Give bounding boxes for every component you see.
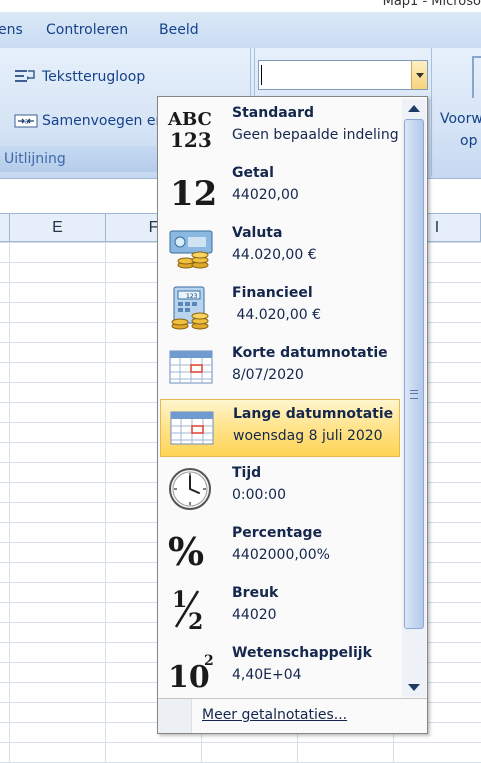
ribbon-tab-bar: ens Controleren Beeld (0, 12, 481, 49)
scientific-icon: 10 2 (164, 645, 216, 691)
format-example: 44.020,00 € (232, 247, 317, 263)
svg-text:123: 123 (170, 128, 212, 151)
format-title: Lange datumnotatie (233, 406, 394, 422)
short-date-icon (164, 345, 216, 391)
format-example: 0:00:00 (232, 487, 286, 503)
svg-text:12: 12 (170, 174, 216, 211)
footer-gutter (158, 699, 192, 733)
format-example: woensdag 8 juli 2020 (233, 428, 383, 444)
format-item-getal[interactable]: 12 Getal 44020,00 (160, 159, 400, 217)
clock-icon (164, 465, 216, 511)
text-caret (261, 65, 262, 85)
format-title: Standaard (232, 105, 315, 121)
format-example: 44020 (232, 607, 277, 623)
long-date-icon (165, 406, 217, 452)
more-number-formats-link[interactable]: Meer getalnotaties... (202, 707, 347, 723)
merge-center-icon: a (14, 112, 38, 130)
format-title: Getal (232, 165, 274, 181)
dropdown-scrollbar[interactable] (402, 99, 426, 697)
window-title-bar: Map1 - Microso (0, 0, 481, 12)
format-title: Korte datumnotatie (232, 345, 388, 361)
svg-text:2: 2 (188, 609, 203, 631)
format-example: 44.020,00 € (232, 307, 322, 323)
svg-text:a: a (24, 118, 28, 126)
svg-text:%: % (168, 529, 204, 571)
right-button-line1: Voorw (440, 111, 481, 127)
svg-text:2: 2 (204, 653, 214, 669)
number-12-icon: 12 (164, 165, 216, 211)
format-example: Geen bepaalde indeling (232, 127, 399, 143)
format-example: 44020,00 (232, 187, 299, 203)
conditional-format-button[interactable]: Voorw op (436, 48, 481, 176)
format-item-standaard[interactable]: ABC 123 Standaard Geen bepaalde indeling (160, 99, 400, 157)
format-item-valuta[interactable]: Valuta 44.020,00 € (160, 219, 400, 277)
wrap-text-label: Tekstterugloop (42, 69, 146, 85)
format-title: Wetenschappelijk (232, 645, 372, 661)
wrap-text-icon (14, 68, 38, 86)
svg-text:1: 1 (172, 587, 187, 613)
tab-controleren[interactable]: Controleren (46, 22, 128, 38)
merge-center-label: Samenvoegen en (42, 113, 165, 129)
window-title: Map1 - Microso (382, 0, 481, 9)
right-button-line2: op (460, 133, 478, 149)
svg-text:ABC: ABC (167, 109, 212, 130)
format-example: 8/07/2020 (232, 367, 304, 383)
chevron-down-icon[interactable] (411, 61, 427, 89)
accounting-icon: 123 (164, 285, 216, 331)
format-item-lange-datum[interactable]: Lange datumnotatie woensdag 8 juli 2020 (160, 399, 400, 457)
format-item-wetenschappelijk[interactable]: 10 2 Wetenschappelijk 4,40E+04 (160, 639, 400, 697)
percent-icon: % (164, 525, 216, 571)
fraction-icon: 1 2 (164, 585, 216, 631)
format-title: Tijd (232, 465, 262, 481)
format-title: Valuta (232, 225, 283, 241)
grip-icon (410, 390, 418, 399)
format-title: Financieel (232, 285, 313, 301)
tab-beeld[interactable]: Beeld (159, 22, 199, 38)
merge-center-button[interactable]: a Samenvoegen en (14, 112, 164, 130)
svg-text:123: 123 (186, 293, 198, 300)
format-example: 4402000,00% (232, 547, 330, 563)
format-item-korte-datum[interactable]: Korte datumnotatie 8/07/2020 (160, 339, 400, 397)
currency-icon (164, 225, 216, 271)
wrap-text-button[interactable]: Tekstterugloop (14, 68, 145, 86)
scrollbar-thumb[interactable] (404, 119, 424, 629)
format-item-financieel[interactable]: 123 Financieel 44.020,00 € (160, 279, 400, 337)
format-title: Percentage (232, 525, 323, 541)
format-example: 4,40E+04 (232, 667, 302, 683)
format-item-breuk[interactable]: 1 2 Breuk 44020 (160, 579, 400, 637)
column-header[interactable] (0, 214, 10, 242)
abc-123-icon: ABC 123 (164, 105, 216, 151)
scroll-up-icon[interactable] (402, 99, 426, 117)
number-format-combo[interactable] (258, 60, 428, 90)
format-item-tijd[interactable]: Tijd 0:00:00 (160, 459, 400, 517)
tab-partial[interactable]: ens (0, 22, 23, 38)
format-icon (472, 56, 481, 98)
column-header-e[interactable]: E (10, 214, 106, 242)
format-item-percentage[interactable]: % Percentage 4402000,00% (160, 519, 400, 577)
number-format-list: ABC 123 Standaard Geen bepaalde indeling… (158, 97, 401, 699)
scroll-down-icon[interactable] (402, 679, 426, 697)
dropdown-footer: Meer getalnotaties... (158, 698, 427, 733)
format-title: Breuk (232, 585, 279, 601)
number-format-dropdown: ABC 123 Standaard Geen bepaalde indeling… (157, 96, 428, 734)
